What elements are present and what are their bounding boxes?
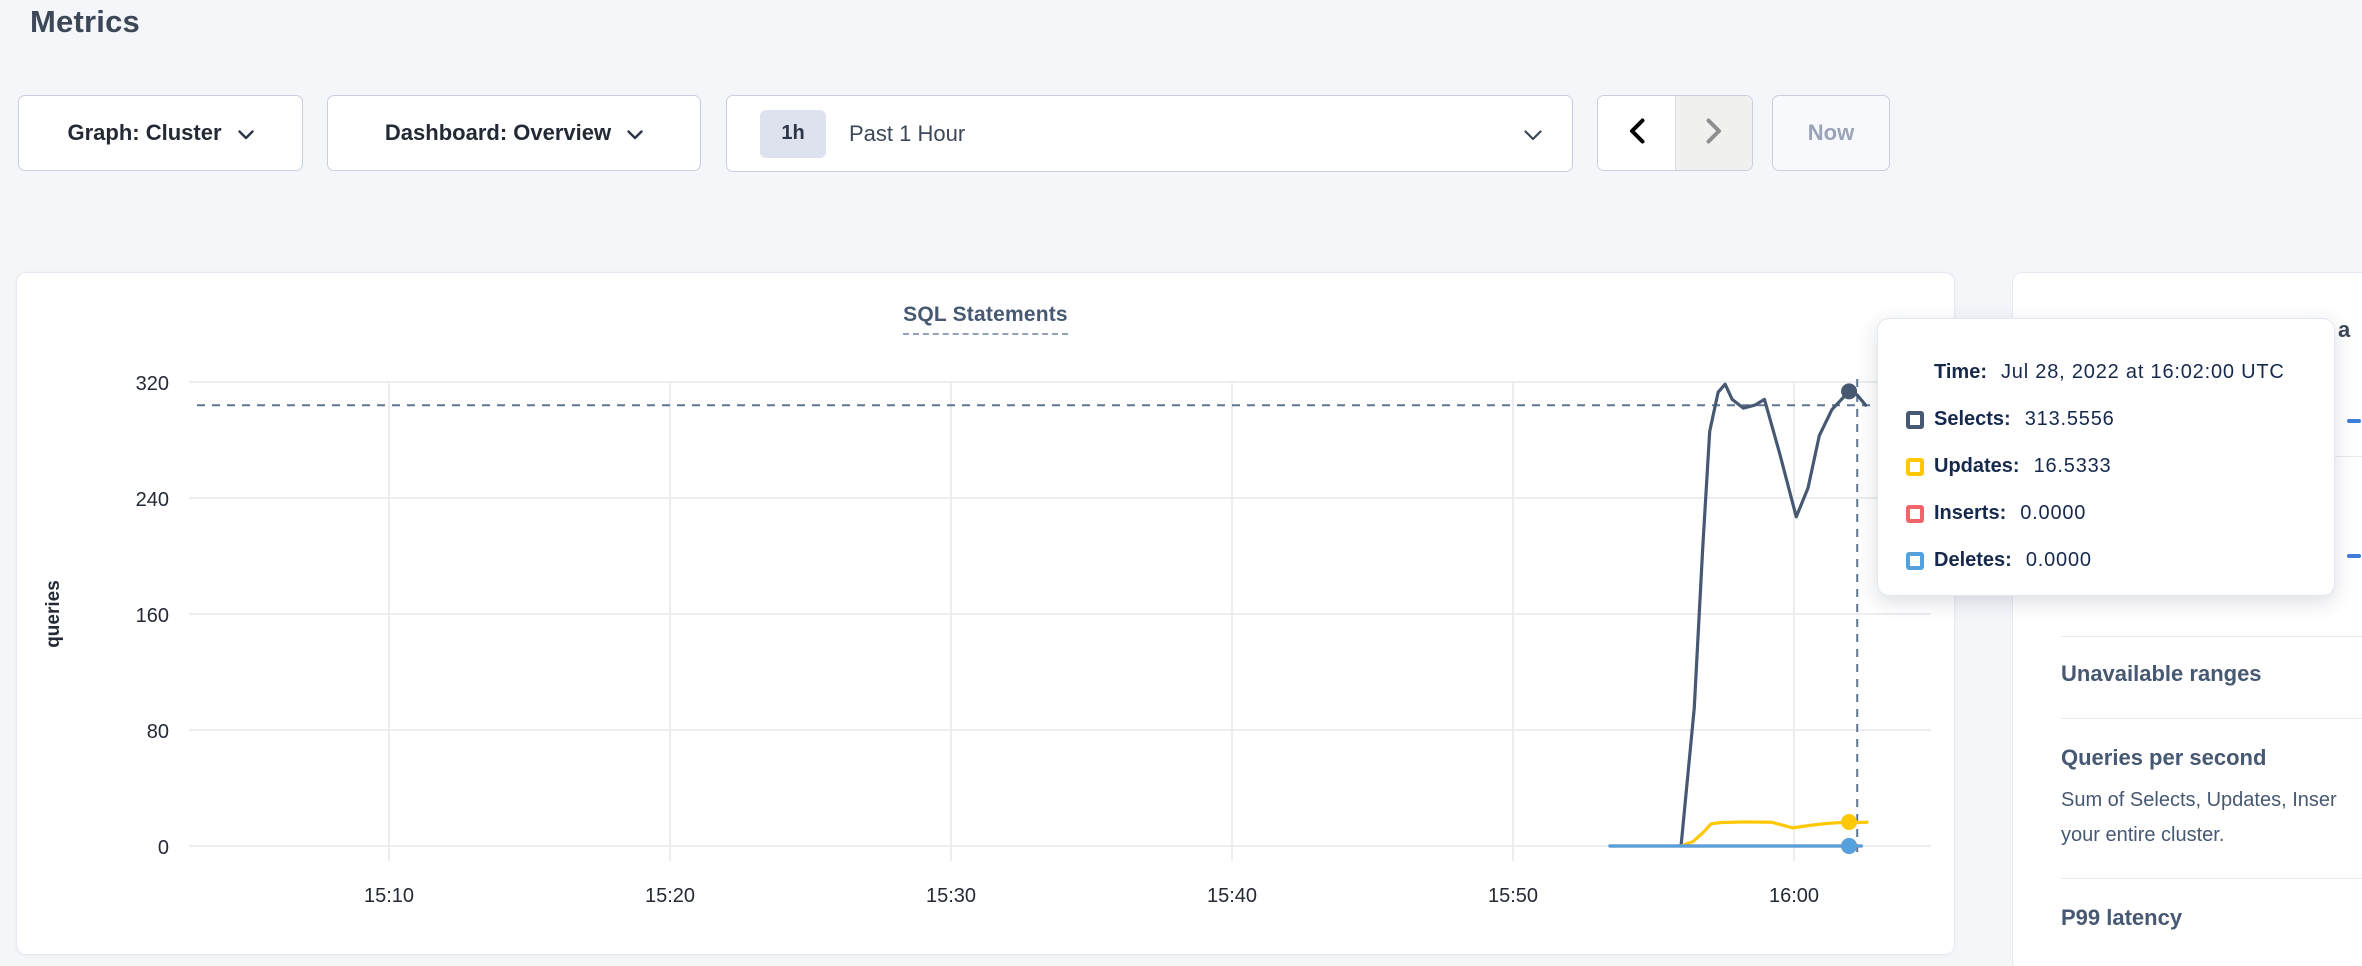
clipped-heading-fragment: a — [2338, 317, 2350, 343]
tooltip-updates-value: 16.5333 — [2034, 455, 2112, 478]
dashboard-dropdown[interactable]: Dashboard: Overview — [327, 95, 701, 171]
svg-text:15:30: 15:30 — [926, 885, 976, 907]
svg-text:320: 320 — [136, 373, 169, 395]
updates-series-swatch — [1906, 458, 1924, 476]
sql-statements-chart-card: SQL Statements 08016024032015:1015:2015:… — [16, 272, 1955, 955]
divider — [2061, 718, 2362, 719]
tooltip-deletes-value: 0.0000 — [2026, 549, 2092, 572]
selects-series-swatch — [1906, 411, 1924, 429]
svg-text:160: 160 — [136, 605, 169, 627]
svg-text:queries: queries — [43, 580, 64, 648]
time-range-badge: 1h — [760, 110, 826, 158]
now-button[interactable]: Now — [1772, 95, 1890, 171]
svg-text:15:10: 15:10 — [364, 885, 414, 907]
chevron-left-icon — [1629, 118, 1645, 149]
time-range-label: Past 1 Hour — [849, 121, 965, 147]
summary-qps-heading: Queries per second — [2061, 745, 2266, 771]
chevron-down-icon — [627, 130, 643, 140]
divider — [2061, 636, 2362, 637]
tooltip-deletes-label: Deletes: — [1934, 549, 2012, 572]
deletes-series-swatch — [1906, 552, 1924, 570]
svg-text:16:00: 16:00 — [1769, 885, 1819, 907]
summary-p99-latency-heading: P99 latency — [2061, 905, 2182, 931]
tooltip-inserts-label: Inserts: — [1934, 502, 2006, 525]
time-range-select[interactable]: 1h Past 1 Hour — [726, 95, 1573, 172]
svg-text:15:50: 15:50 — [1488, 885, 1538, 907]
graph-scope-dropdown[interactable]: Graph: Cluster — [18, 95, 303, 171]
divider — [2061, 878, 2362, 879]
chevron-down-icon — [1524, 130, 1542, 141]
summary-qps-description-line2: your entire cluster. — [2061, 824, 2224, 847]
page-title: Metrics — [30, 4, 140, 40]
summary-qps-description-line1: Sum of Selects, Updates, Inser — [2061, 789, 2337, 812]
inserts-series-swatch — [1906, 505, 1924, 523]
previous-timespan-button[interactable] — [1598, 96, 1675, 170]
svg-text:240: 240 — [136, 489, 169, 511]
time-pager — [1597, 95, 1753, 171]
chart-tooltip: Time: Jul 28, 2022 at 16:02:00 UTC Selec… — [1877, 318, 2335, 596]
tooltip-time-label: Time: — [1934, 361, 1987, 384]
chevron-right-icon — [1706, 118, 1722, 149]
graph-scope-label: Graph: Cluster — [67, 120, 221, 146]
svg-text:0: 0 — [158, 837, 169, 859]
chevron-down-icon — [238, 130, 254, 140]
clipped-value-fragment — [2347, 554, 2361, 558]
tooltip-selects-label: Selects: — [1934, 408, 2011, 431]
svg-text:80: 80 — [147, 721, 169, 743]
tooltip-updates-label: Updates: — [1934, 455, 2020, 478]
dashboard-label: Dashboard: Overview — [385, 120, 611, 146]
clipped-value-fragment — [2347, 419, 2361, 423]
svg-text:15:20: 15:20 — [645, 885, 695, 907]
sql-statements-chart[interactable]: 0 80 160 240 320 15:10 15:20 15:30 15:40 15:50 16:… — [17, 273, 1956, 956]
next-timespan-button[interactable] — [1675, 96, 1752, 170]
metrics-page: { "page": { "title": "Metrics" }, "toolb… — [0, 0, 2362, 966]
tooltip-inserts-value: 0.0000 — [2020, 502, 2086, 525]
tooltip-time-value: Jul 28, 2022 at 16:02:00 UTC — [2001, 361, 2285, 384]
svg-text:15:40: 15:40 — [1207, 885, 1257, 907]
summary-unavailable-ranges-heading: Unavailable ranges — [2061, 661, 2262, 687]
tooltip-selects-value: 313.5556 — [2025, 408, 2115, 431]
